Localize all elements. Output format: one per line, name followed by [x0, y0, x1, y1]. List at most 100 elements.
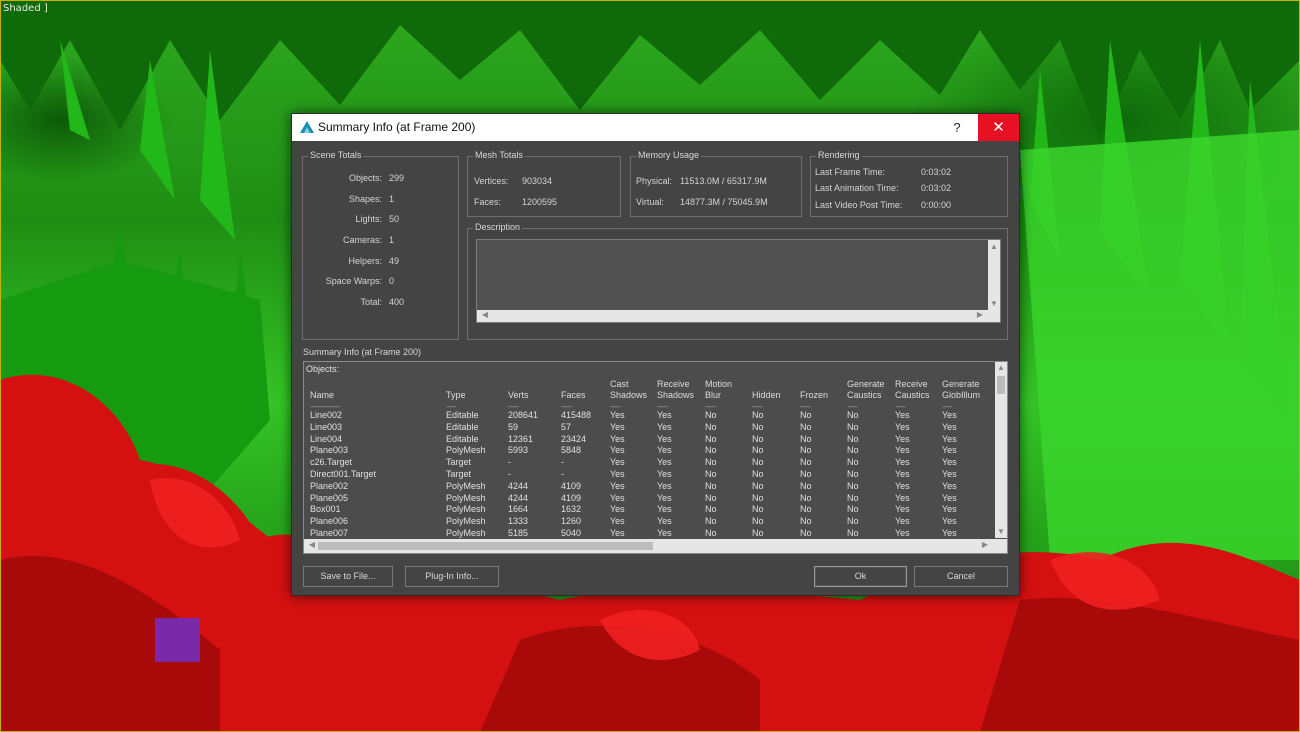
table-row[interactable]: c26.Target Target - - Yes Yes No No No No Yes Yes	[304, 457, 994, 469]
column-header[interactable]: Name	[310, 379, 334, 401]
scroll-up-icon[interactable]: ▲	[988, 242, 1000, 251]
table-cell: 5185	[508, 528, 529, 538]
save-to-file-button[interactable]: Save to File...	[303, 566, 393, 587]
table-row[interactable]: Box001 PolyMesh 1664 1632 Yes Yes No No No No Yes Y…	[304, 504, 994, 516]
scroll-right-icon[interactable]: ▶	[974, 310, 986, 319]
rendering-label: Rendering	[816, 150, 862, 160]
column-header-line1	[752, 379, 781, 390]
close-button[interactable]: ✕	[978, 114, 1019, 141]
last-animation-time-value: 0:03:02	[921, 183, 952, 193]
list-scroll-left-icon[interactable]: ◀	[306, 540, 318, 549]
column-header-line2: Frozen	[800, 390, 829, 400]
table-cell: Yes	[610, 421, 625, 432]
list-scroll-down-icon[interactable]: ▼	[995, 527, 1007, 536]
faces-value: 1200595	[522, 197, 558, 207]
virtual-label: Virtual:	[636, 197, 664, 207]
table-cell: -	[508, 469, 511, 479]
table-cell: Yes	[657, 421, 672, 432]
column-header-line1	[446, 379, 466, 390]
table-cell: Target	[446, 457, 472, 468]
table-row[interactable]: Plane005 PolyMesh 4244 4109 Yes Yes No No No No Ye…	[304, 493, 994, 505]
list-scroll-up-icon[interactable]: ▲	[995, 363, 1007, 372]
table-cell: 1632	[561, 504, 582, 515]
description-vscrollbar[interactable]: ▲ ▼	[988, 240, 1000, 322]
viewport-label[interactable]: Shaded ]	[3, 3, 48, 14]
table-cell: Yes	[942, 528, 957, 538]
table-row[interactable]: Line004 Editable 12361 23424 Yes Yes No No No No Y…	[304, 434, 994, 446]
table-cell: Plane007	[310, 528, 349, 538]
table-cell: No	[800, 469, 812, 479]
column-header[interactable]: Motion Blur	[705, 379, 732, 401]
helpers-label: Helpers:	[348, 256, 382, 266]
table-row[interactable]: Plane002 PolyMesh 4244 4109 Yes Yes No No No No Ye…	[304, 481, 994, 493]
column-header[interactable]: Faces	[561, 379, 586, 401]
vertices-value: 903034	[522, 176, 553, 186]
table-cell: No	[705, 516, 717, 527]
column-header[interactable]: Verts	[508, 379, 529, 401]
table-cell: No	[847, 528, 859, 538]
list-hscroll-thumb[interactable]	[318, 542, 653, 550]
table-row[interactable]: Plane006 PolyMesh 1333 1260 Yes Yes No No No No Ye…	[304, 516, 994, 528]
description-hscrollbar[interactable]: ◀ ▶	[477, 310, 988, 322]
table-cell: No	[705, 504, 717, 515]
list-scroll-right-icon[interactable]: ▶	[979, 540, 991, 549]
scroll-down-icon[interactable]: ▼	[988, 299, 1000, 308]
table-cell: Yes	[895, 528, 910, 538]
table-cell: No	[705, 492, 717, 503]
table-cell: Target	[446, 469, 472, 479]
list-hscrollbar[interactable]: ◀ ▶	[304, 539, 1007, 553]
ok-button[interactable]: Ok	[814, 566, 907, 587]
column-header-line1: Generate	[847, 379, 885, 389]
column-header-line1: Motion	[705, 379, 733, 389]
summary-list[interactable]: Objects: Name ------------------ Type ----…	[303, 361, 1008, 554]
table-row[interactable]: Plane003 PolyMesh 5993 5848 Yes Yes No No No No Ye…	[304, 445, 994, 457]
list-vscroll-thumb[interactable]	[997, 376, 1005, 394]
column-header[interactable]: Generate Caustics	[847, 379, 885, 401]
table-cell: No	[752, 445, 764, 456]
table-cell: No	[752, 410, 764, 420]
table-cell: No	[752, 469, 764, 479]
table-cell: Plane006	[310, 516, 349, 527]
description-textarea[interactable]: ▲ ▼ ◀ ▶	[476, 239, 1001, 323]
table-cell: 4244	[508, 492, 529, 503]
faces-label: Faces:	[474, 197, 502, 207]
table-cell: Yes	[657, 433, 672, 444]
column-header[interactable]: Type	[446, 379, 466, 401]
column-header[interactable]: Frozen	[800, 379, 828, 401]
table-cell: Yes	[942, 480, 957, 491]
table-row[interactable]: Line002 Editable 208641 415488 Yes Yes No No No N…	[304, 410, 994, 422]
table-cell: 1333	[508, 516, 529, 527]
table-cell: Yes	[895, 433, 910, 444]
close-icon: ✕	[992, 119, 1005, 136]
table-cell: Yes	[610, 492, 625, 503]
table-cell: 59	[508, 421, 519, 432]
last-video-post-time-value: 0:00:00	[921, 200, 952, 210]
dialog-titlebar[interactable]: Summary Info (at Frame 200) ? ✕	[292, 114, 1019, 141]
table-cell: No	[847, 433, 859, 444]
column-header[interactable]: Receive Shadows	[657, 379, 694, 401]
column-header-line1	[310, 379, 334, 390]
help-button[interactable]: ?	[944, 114, 970, 141]
table-cell: No	[752, 421, 764, 432]
cancel-button[interactable]: Cancel	[914, 566, 1008, 587]
table-row[interactable]: Direct001.Target Target - - Yes Yes No No No No Ye…	[304, 469, 994, 481]
summary-info-dialog: Summary Info (at Frame 200) ? ✕ Scene To…	[291, 113, 1020, 596]
table-cell: Yes	[942, 516, 957, 527]
column-header[interactable]: Cast Shadows	[610, 379, 647, 401]
column-header[interactable]: Receive Caustics	[895, 379, 930, 401]
table-cell: No	[800, 410, 812, 420]
list-vscrollbar[interactable]: ▲ ▼	[995, 362, 1007, 538]
table-cell: Yes	[895, 504, 910, 515]
column-header[interactable]: Generate GlobIllum	[942, 379, 980, 401]
table-cell: Yes	[657, 492, 672, 503]
table-cell: No	[847, 421, 859, 432]
last-frame-time-label: Last Frame Time:	[815, 167, 886, 177]
mesh-totals-group: Mesh Totals Vertices: 903034 Faces: 1200…	[467, 150, 621, 217]
table-row[interactable]: Line003 Editable 59 57 Yes Yes No No No No Yes Yes	[304, 422, 994, 434]
table-cell: PolyMesh	[446, 492, 486, 503]
column-header[interactable]: Hidden	[752, 379, 781, 401]
plugin-info-button[interactable]: Plug-In Info...	[405, 566, 499, 587]
column-header-line1: Cast	[610, 379, 629, 389]
table-cell: No	[752, 492, 764, 503]
scroll-left-icon[interactable]: ◀	[479, 310, 491, 319]
